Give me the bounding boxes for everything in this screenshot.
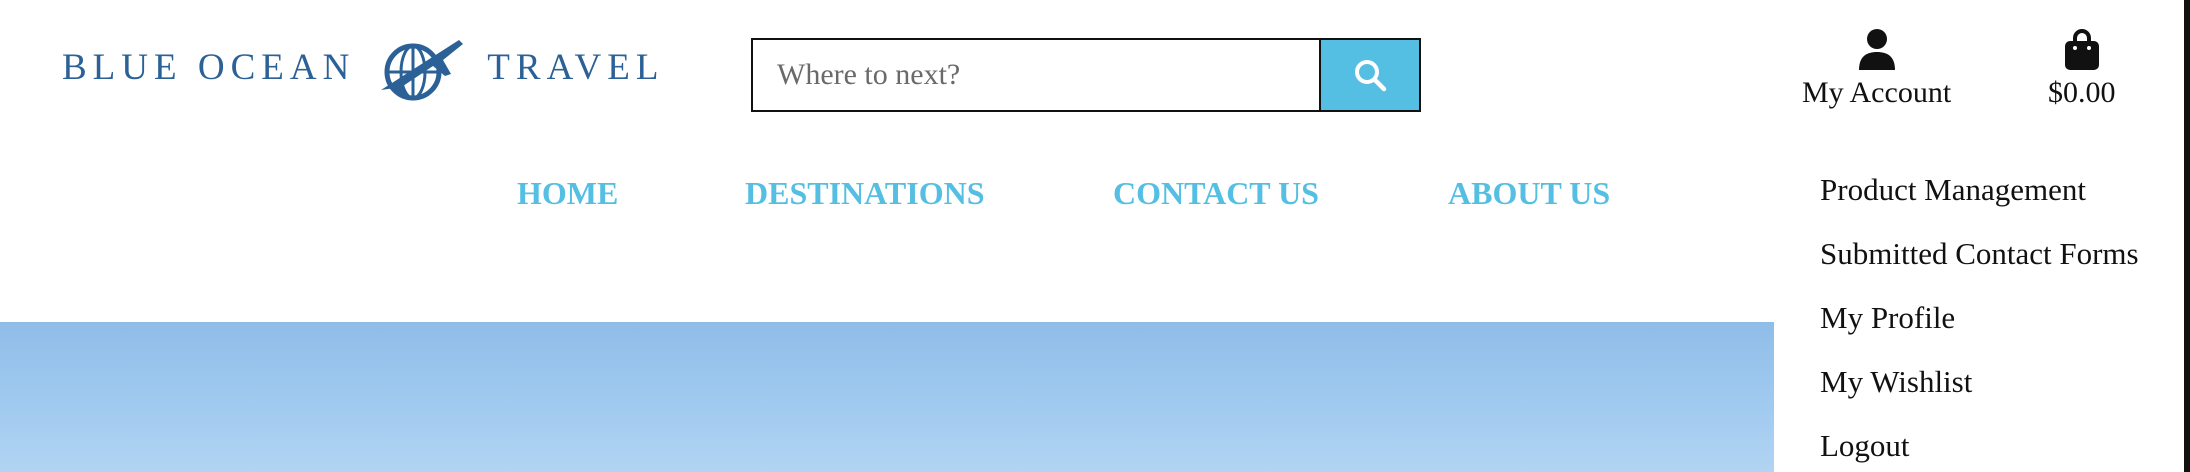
globe-plane-icon — [381, 40, 464, 101]
window-edge — [2184, 0, 2190, 472]
search-button[interactable] — [1319, 40, 1419, 110]
search-icon — [1355, 60, 1387, 92]
nav-home[interactable]: HOME — [517, 175, 618, 212]
hero-sky-image — [0, 322, 1774, 472]
search-bar — [751, 38, 1421, 112]
shopping-bag-icon — [2064, 29, 2099, 70]
menu-item-my-profile[interactable]: My Profile — [1820, 300, 1955, 336]
my-account-button[interactable]: My Account — [1802, 28, 1951, 110]
search-input[interactable] — [753, 40, 1319, 110]
user-icon — [1858, 29, 1895, 70]
brand-logo[interactable]: BLUE OCEAN TRAVEL — [62, 30, 664, 104]
nav-destinations[interactable]: DESTINATIONS — [745, 175, 984, 212]
nav-about-us[interactable]: ABOUT US — [1448, 175, 1610, 212]
bag-total: $0.00 — [2048, 76, 2116, 109]
shopping-bag-button[interactable]: $0.00 — [2048, 28, 2116, 110]
my-account-label: My Account — [1802, 76, 1952, 109]
menu-item-my-wishlist[interactable]: My Wishlist — [1820, 364, 1972, 400]
brand-name-second: TRAVEL — [487, 46, 665, 88]
menu-item-logout[interactable]: Logout — [1820, 428, 1910, 464]
menu-item-submitted-contact-forms[interactable]: Submitted Contact Forms — [1820, 236, 2139, 272]
nav-contact-us[interactable]: CONTACT US — [1113, 175, 1319, 212]
menu-item-product-management[interactable]: Product Management — [1820, 172, 2086, 208]
account-dropdown-menu: Product Management Submitted Contact For… — [1774, 150, 2190, 472]
brand-name-first: BLUE OCEAN — [62, 46, 356, 88]
